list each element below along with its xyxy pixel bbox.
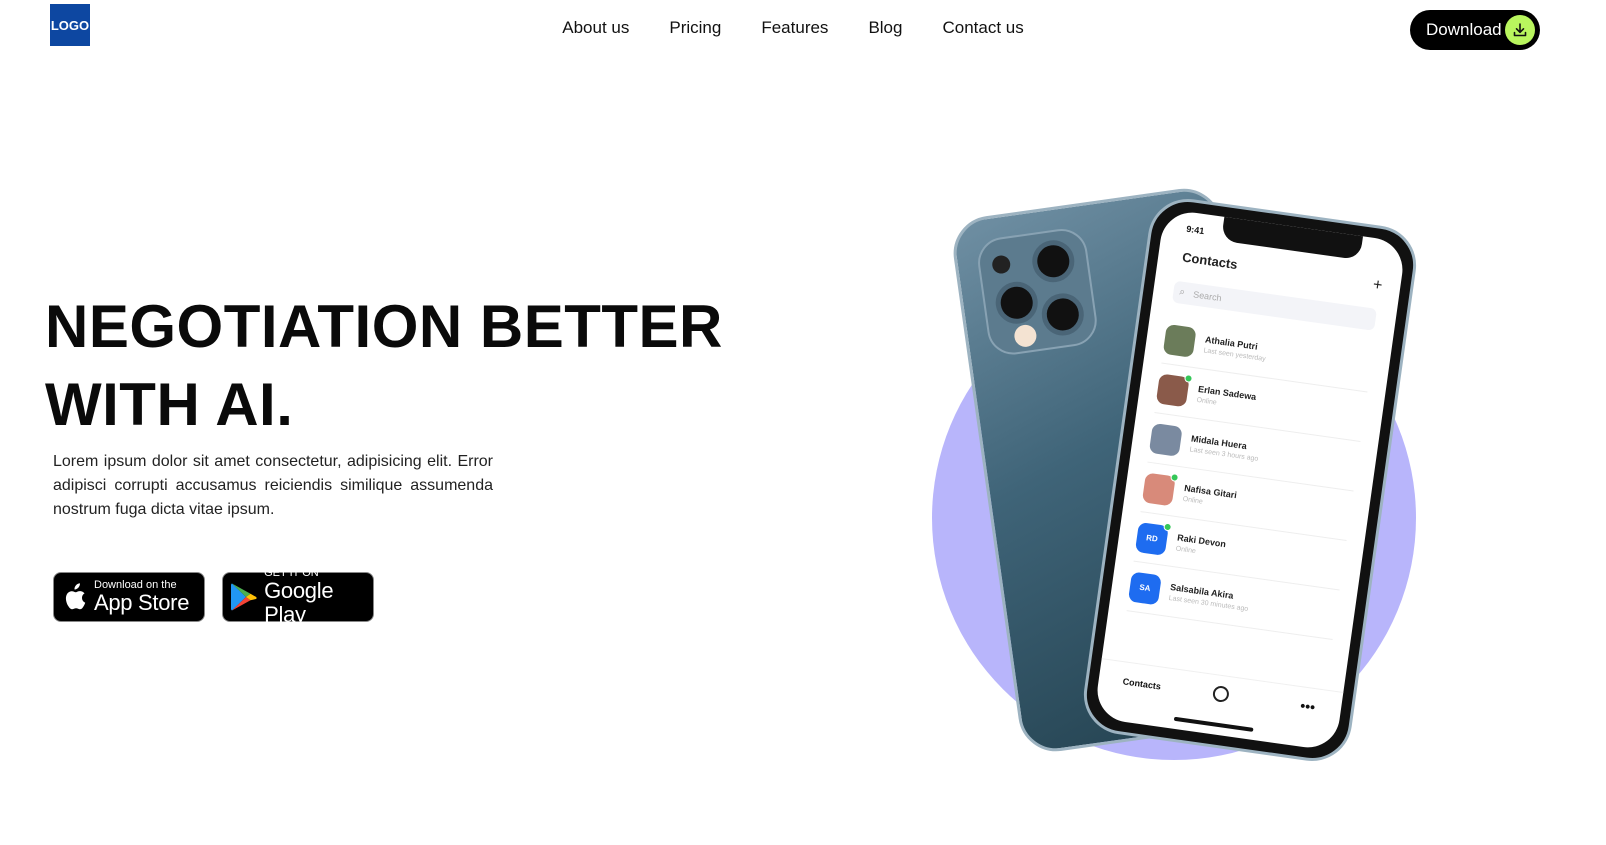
tab-contacts: Contacts <box>1122 676 1162 692</box>
contact-list: Athalia Putri Last seen yesterday Erlan Sa… <box>1126 314 1375 641</box>
more-icon: ••• <box>1299 697 1317 716</box>
app-store-button[interactable]: Download on the App Store <box>53 572 205 622</box>
search-icon: ⌕ <box>1178 286 1186 299</box>
contact-info: Raki Devon Online <box>1175 532 1226 559</box>
contacts-screen-title: Contacts <box>1181 249 1239 273</box>
google-play-icon <box>223 582 264 612</box>
camera-lens-icon <box>992 279 1041 327</box>
google-play-big-text: Google Play <box>264 578 334 627</box>
nav-about-us[interactable]: About us <box>562 18 629 38</box>
contact-info: Erlan Sadewa Online <box>1196 383 1257 411</box>
nav-pricing[interactable]: Pricing <box>669 18 721 38</box>
contact-info: Nafisa Gitari Online <box>1182 482 1237 509</box>
phone-notch <box>1221 214 1364 261</box>
chat-icon <box>1211 685 1230 704</box>
hero-description: Lorem ipsum dolor sit amet consectetur, … <box>53 453 493 518</box>
sensor-dot <box>991 254 1012 275</box>
contact-avatar <box>1155 372 1194 407</box>
camera-lens-icon <box>1029 237 1078 285</box>
nav-contact-us[interactable]: Contact us <box>942 18 1023 38</box>
home-indicator <box>1173 716 1254 732</box>
contact-info: Athalia Putri Last seen yesterday <box>1203 334 1268 363</box>
logo[interactable]: LOGO <box>50 4 90 46</box>
contact-avatar <box>1141 471 1180 506</box>
hero-title: NEGOTIATION BETTER WITH AI. <box>45 288 723 444</box>
contact-avatar: RD <box>1134 521 1173 556</box>
online-indicator <box>1184 373 1194 383</box>
phone-time: 9:41 <box>1185 223 1205 237</box>
online-indicator <box>1170 472 1180 482</box>
contact-avatar: SA <box>1128 570 1162 605</box>
download-icon <box>1505 15 1535 45</box>
apple-icon <box>54 583 94 611</box>
phone-screen: 9:41 Contacts + ⌕ Search Athalia Putri La… <box>1093 208 1407 752</box>
add-contact-icon: + <box>1371 276 1384 295</box>
flash-icon <box>1012 323 1038 349</box>
camera-lens-icon <box>1039 290 1087 339</box>
camera-block <box>974 225 1101 358</box>
contact-avatar <box>1162 323 1197 358</box>
contact-initials: RD <box>1145 533 1159 544</box>
contact-info: Salsabila Akira Last seen 30 minutes ago <box>1168 582 1250 613</box>
google-play-button[interactable]: GET IT ON Google Play <box>222 567 374 627</box>
contact-avatar <box>1148 422 1183 457</box>
contact-initials: SA <box>1138 582 1152 594</box>
contact-info: Midala Huera Last seen 3 hours ago <box>1189 433 1260 462</box>
app-store-big-text: App Store <box>94 590 190 615</box>
hero-title-line2: WITH AI. <box>45 371 294 438</box>
nav-features[interactable]: Features <box>761 18 828 38</box>
download-button[interactable]: Download <box>1410 10 1540 50</box>
download-button-label: Download <box>1426 20 1502 39</box>
phone-search-placeholder: Search <box>1192 289 1223 304</box>
main-nav: About us Pricing Features Blog Contact u… <box>0 18 1606 38</box>
online-indicator <box>1163 521 1173 532</box>
nav-blog[interactable]: Blog <box>868 18 902 38</box>
hero-title-line1: NEGOTIATION BETTER <box>45 293 723 360</box>
